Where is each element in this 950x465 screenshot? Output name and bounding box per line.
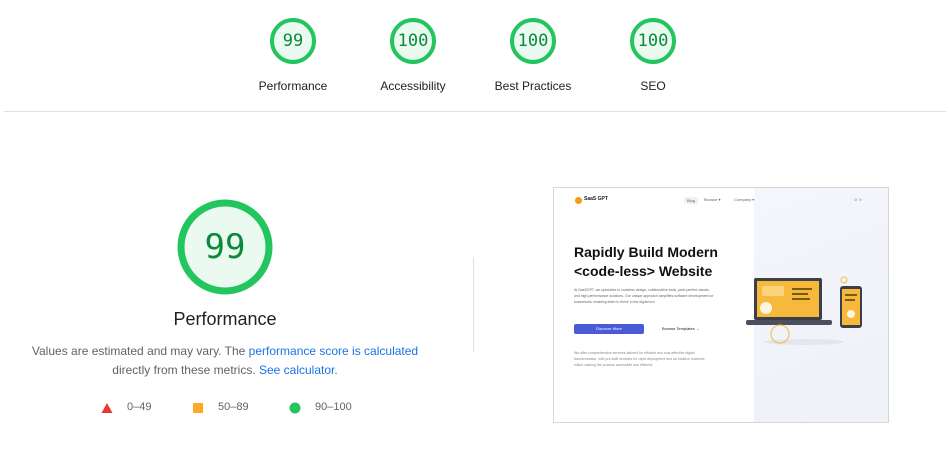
screenshot-nav-company: Company ▾ [734, 197, 755, 202]
screenshot-nav: SaaS GPT Blog Browse ▾ Company ▾ ⊘ ⊙ [554, 188, 888, 214]
square-icon [193, 403, 203, 413]
screenshot-paragraph: At SaaSGPT, we specialize in codeless de… [574, 288, 714, 304]
category-gauges: 99 Performance 100 Accessibility 100 Bes… [0, 0, 950, 112]
gauge-score: 100 [517, 31, 549, 51]
legend-range: 90–100 [315, 401, 352, 413]
legend-range: 0–49 [127, 401, 152, 413]
screenshot-nav-blog: Blog [684, 197, 699, 204]
calculator-link[interactable]: See calculator [259, 363, 334, 377]
screenshot-primary-button: Discover More [574, 324, 644, 334]
gauge-label: Best Practices [494, 79, 572, 93]
gauge-label: Performance [258, 79, 328, 93]
screenshot-headline-2: <code-less> Website [574, 263, 713, 279]
vertical-divider [473, 257, 474, 352]
screenshot-secondary-button: Browse Templates → [662, 326, 700, 331]
triangle-icon [101, 403, 113, 413]
desc-text: Values are estimated and may vary. The [31, 344, 249, 358]
screenshot-nav-browse: Browse ▾ [704, 197, 721, 202]
desc-text: directly from these metrics. [112, 363, 259, 377]
final-screenshot[interactable]: SaaS GPT Blog Browse ▾ Company ▾ ⊘ ⊙ Rap… [553, 187, 889, 423]
performance-score-large: 99 [204, 227, 246, 267]
gauge-score: 100 [637, 31, 669, 51]
screenshot-nav-icons: ⊘ ⊙ [854, 197, 862, 202]
score-description: Values are estimated and may vary. The p… [20, 342, 430, 380]
gauge-label: Accessibility [380, 79, 446, 93]
header-divider [4, 111, 946, 112]
laptop-phone-illustration [746, 276, 862, 345]
performance-title: Performance [173, 309, 277, 329]
gauge-score: 99 [282, 31, 304, 51]
screenshot-paragraph-2: We offer comprehensive services tailored… [574, 351, 705, 367]
screenshot-headline: Rapidly Build Modern [574, 244, 718, 260]
screenshot-logo: SaaS GPT [584, 196, 608, 202]
gauge-score: 100 [397, 31, 429, 51]
gauge-label: SEO [640, 79, 666, 93]
legend-range: 50–89 [218, 401, 249, 413]
logo-icon [575, 197, 582, 204]
performance-score-link[interactable]: performance score is calculated [249, 344, 418, 358]
desc-text: . [334, 363, 338, 377]
circle-icon [289, 402, 301, 414]
